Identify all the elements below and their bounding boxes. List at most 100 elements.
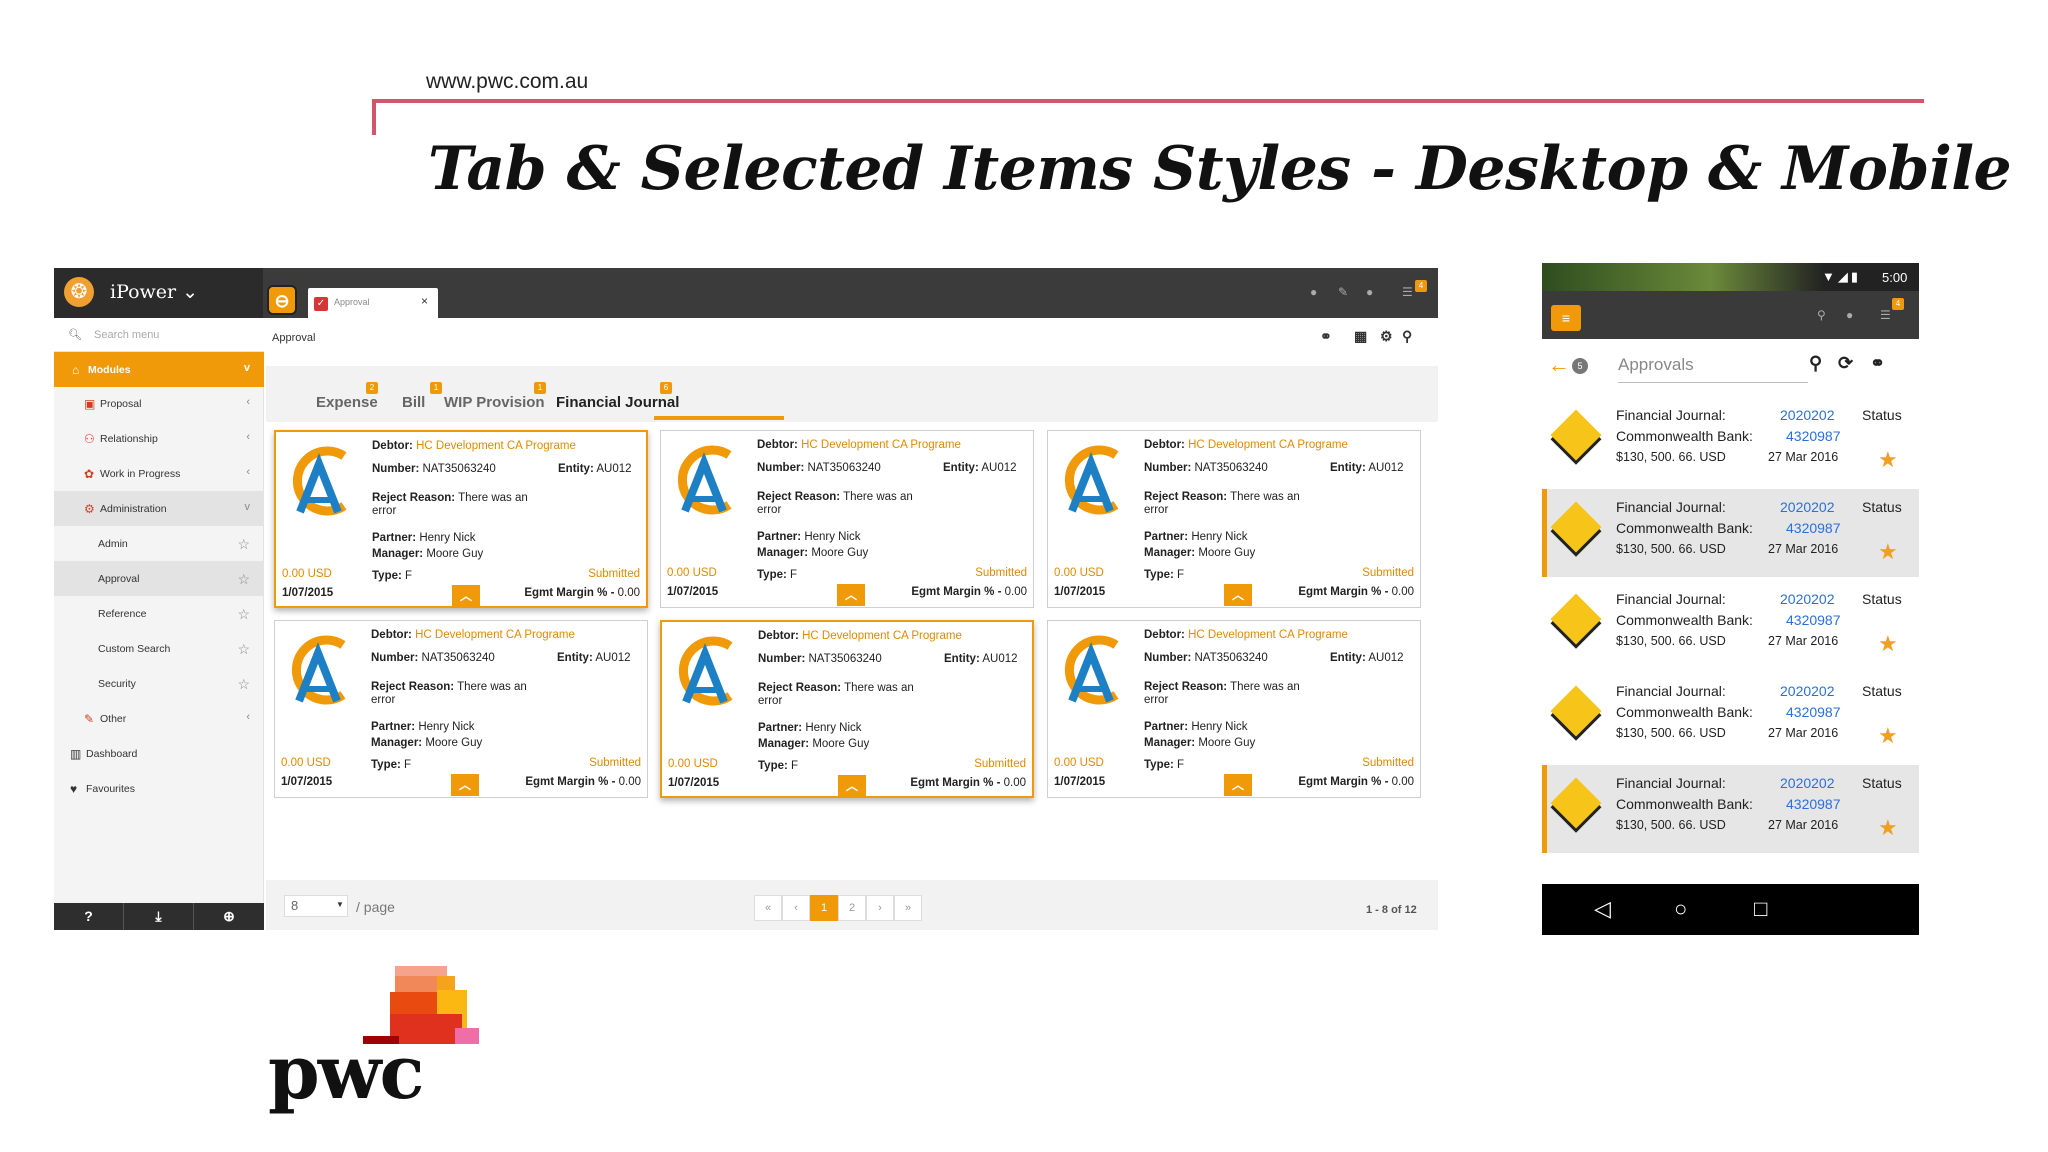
ca-logo-icon — [281, 629, 355, 709]
star-icon[interactable]: ★ — [1878, 815, 1898, 841]
tab-bill[interactable]: Bill — [402, 394, 425, 411]
page-button[interactable]: « — [754, 895, 782, 921]
entity-label: Entity: — [943, 462, 979, 474]
open-tab-approval[interactable]: ✓ Approval × — [308, 288, 438, 318]
sidebar-item-other[interactable]: ✎ Other ‹ — [54, 701, 264, 736]
approval-list-item[interactable]: Financial Journal: 2020202 Status Commonwea… — [1542, 581, 1919, 669]
bank-number: 4320987 — [1786, 796, 1841, 812]
zoom-button[interactable]: ⊕ — [194, 903, 264, 930]
refresh-icon[interactable]: ⟳ — [1838, 353, 1853, 374]
messages-icon[interactable]: ☰ — [1880, 308, 1891, 322]
debtor-value: HC Development CA Programe — [415, 629, 575, 641]
expand-chevron-button[interactable]: ︿ — [452, 585, 480, 607]
sidebar-item-work-in-progress[interactable]: ✿ Work in Progress ‹ — [54, 456, 264, 491]
number-value: NAT35063240 — [422, 463, 496, 475]
margin-line: Egmt Margin % - 0.00 — [911, 586, 1027, 598]
expand-chevron-button[interactable]: ︿ — [1224, 584, 1252, 606]
entity-label: Entity: — [1330, 652, 1366, 664]
close-icon[interactable]: × — [421, 294, 428, 308]
journal-label: Financial Journal: — [1616, 407, 1726, 423]
signal-icon: ▼◢▮ — [1822, 269, 1862, 284]
ca-logo-icon — [282, 440, 356, 520]
star-icon[interactable]: ★ — [1878, 723, 1898, 749]
tab-expense[interactable]: Expense — [316, 394, 378, 411]
star-icon[interactable]: ★ — [1878, 539, 1898, 565]
journal-card[interactable]: Debtor: HC Development CA Programe Number… — [274, 430, 648, 608]
link-icon[interactable]: ✎ — [1338, 285, 1348, 299]
margin-line: Egmt Margin % - 0.00 — [1298, 776, 1414, 788]
type-label: Type: — [758, 760, 788, 772]
binoculars-icon[interactable]: ⚭ — [1870, 353, 1885, 374]
sidebar-item-dashboard[interactable]: ▥ Dashboard — [54, 736, 264, 771]
bank-label: Commonwealth Bank: — [1616, 428, 1753, 444]
journal-card[interactable]: Debtor: HC Development CA Programe Number… — [660, 620, 1034, 798]
binoculars-icon[interactable]: ⚭ — [1320, 328, 1332, 345]
sidebar-item-reference[interactable]: Reference ☆ — [54, 596, 264, 631]
journal-card[interactable]: Debtor: HC Development CA Programe Number… — [660, 430, 1034, 608]
page-button[interactable]: 1 — [810, 895, 838, 921]
nav-back-icon[interactable]: ◁ — [1594, 896, 1611, 922]
user-icon[interactable]: ● — [1846, 308, 1853, 322]
sidebar-item-custom-search[interactable]: Custom Search ☆ — [54, 631, 264, 666]
favourite-star-icon[interactable]: ☆ — [237, 571, 250, 588]
journal-card[interactable]: Debtor: HC Development CA Programe Number… — [274, 620, 648, 798]
help-button[interactable]: ? — [54, 903, 124, 930]
sidebar-item-approval[interactable]: Approval ☆ — [54, 561, 264, 596]
nav-recents-icon[interactable]: □ — [1754, 896, 1767, 922]
menu-toggle-button[interactable]: ⊖ — [267, 285, 297, 315]
favourite-star-icon[interactable]: ☆ — [237, 536, 250, 553]
download-button[interactable]: ⤓ — [124, 903, 194, 930]
page-button[interactable]: › — [866, 895, 894, 921]
number-value: NAT35063240 — [808, 653, 882, 665]
open-tab-label: Approval — [334, 297, 370, 307]
page-button[interactable]: ‹ — [782, 895, 810, 921]
approval-list-item[interactable]: Financial Journal: 2020202 Status Commonwea… — [1542, 673, 1919, 761]
sidebar-item-administration[interactable]: ⚙ Administration v — [54, 491, 264, 526]
back-arrow-icon[interactable]: ← — [1548, 352, 1570, 378]
header-rule-tick — [372, 99, 376, 135]
bell-icon[interactable]: ● — [1310, 285, 1317, 299]
star-icon[interactable]: ★ — [1878, 447, 1898, 473]
search-icon[interactable]: ⚲ — [1817, 308, 1826, 322]
sidebar-item-security[interactable]: Security ☆ — [54, 666, 264, 701]
search-menu[interactable]: 🔍︎ Search menu — [54, 318, 264, 352]
favourite-star-icon[interactable]: ☆ — [237, 606, 250, 623]
expand-chevron-button[interactable]: ︿ — [451, 774, 479, 796]
journal-label: Financial Journal: — [1616, 775, 1726, 791]
type-line: Type: F — [372, 570, 412, 582]
journal-card[interactable]: Debtor: HC Development CA Programe Number… — [1047, 620, 1421, 798]
manager-value: Moore Guy — [1198, 737, 1256, 749]
reject-label: Reject Reason: — [1144, 491, 1228, 503]
favourite-star-icon[interactable]: ☆ — [237, 641, 250, 658]
page-button[interactable]: 2 — [838, 895, 866, 921]
grid-icon[interactable]: ▦ — [1354, 328, 1367, 345]
sidebar-item-admin[interactable]: Admin ☆ — [54, 526, 264, 561]
user-icon[interactable]: ● — [1366, 285, 1373, 299]
star-icon[interactable]: ★ — [1878, 631, 1898, 657]
search-icon[interactable]: ⚲ — [1402, 328, 1412, 345]
status-label: Submitted — [974, 758, 1026, 770]
expand-chevron-button[interactable]: ︿ — [837, 584, 865, 606]
sidebar-item-proposal[interactable]: ▣ Proposal ‹ — [54, 386, 264, 421]
sidebar-item-relationship[interactable]: ⚇ Relationship ‹ — [54, 421, 264, 456]
expand-chevron-button[interactable]: ︿ — [1224, 774, 1252, 796]
brand-bar[interactable]: ❂ iPower ⌄ — [54, 268, 263, 318]
search-icon[interactable]: ⚲ — [1809, 353, 1822, 374]
tab-wip-provision[interactable]: WIP Provision — [444, 394, 545, 411]
approval-list-item[interactable]: Financial Journal: 2020202 Status Commonwea… — [1542, 765, 1919, 853]
reject-value: There was an — [844, 682, 914, 694]
status-label: Status — [1862, 499, 1902, 515]
approval-list-item[interactable]: Financial Journal: 2020202 Status Commonwea… — [1542, 397, 1919, 485]
hamburger-menu-button[interactable]: ≡ — [1551, 305, 1581, 331]
messages-icon[interactable]: ☰ — [1402, 285, 1413, 299]
sidebar-item-modules[interactable]: ⌂ Modules v — [54, 352, 264, 387]
gear-icon[interactable]: ⚙ — [1380, 328, 1393, 345]
tab-financial-journal[interactable]: Financial Journal — [556, 394, 679, 411]
page-button[interactable]: » — [894, 895, 922, 921]
approval-list-item[interactable]: Financial Journal: 2020202 Status Commonwea… — [1542, 489, 1919, 577]
favourite-star-icon[interactable]: ☆ — [237, 676, 250, 693]
expand-chevron-button[interactable]: ︿ — [838, 775, 866, 797]
sidebar-item-favourites[interactable]: ♥ Favourites — [54, 771, 264, 806]
nav-home-icon[interactable]: ○ — [1674, 896, 1687, 922]
journal-card[interactable]: Debtor: HC Development CA Programe Number… — [1047, 430, 1421, 608]
